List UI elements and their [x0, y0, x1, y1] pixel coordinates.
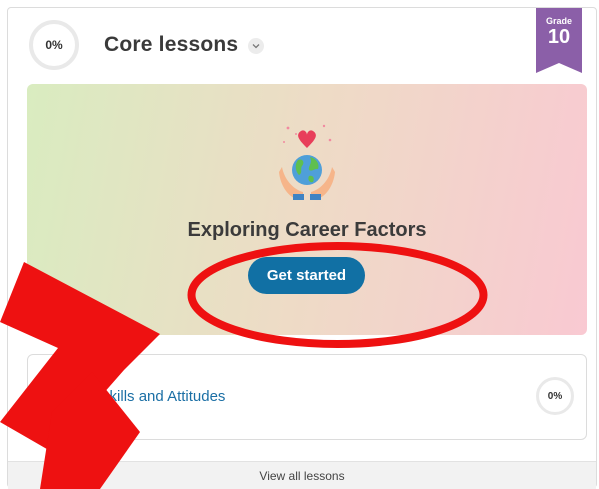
get-started-button[interactable]: Get started: [248, 257, 365, 294]
current-lesson-panel: Exploring Career Factors Get started: [27, 84, 587, 335]
section-title: Core lessons: [104, 33, 239, 56]
grade-badge: Grade 10: [536, 8, 582, 73]
current-lesson-title: Exploring Career Factors: [187, 219, 427, 241]
core-lessons-card: 0% Core lessons Grade 10 Exploring Caree…: [7, 7, 597, 489]
grade-label: Grade: [545, 16, 572, 26]
course-progress-ring: 0%: [29, 20, 79, 70]
chevron-down-icon[interactable]: [248, 38, 264, 54]
grade-number: 10: [547, 26, 571, 48]
lesson-row[interactable]: kplace Skills and Attitudes 0%: [27, 354, 587, 440]
course-progress-value: 0%: [45, 38, 63, 52]
view-all-lessons-label: View all lessons: [259, 468, 345, 483]
lesson-progress-ring: 0%: [536, 377, 574, 415]
globe-in-hands-icon: [279, 124, 335, 200]
lesson-row-label[interactable]: kplace Skills and Attitudes: [52, 388, 225, 405]
lesson-progress-value: 0%: [547, 390, 563, 402]
view-all-lessons-link[interactable]: View all lessons: [8, 461, 596, 489]
